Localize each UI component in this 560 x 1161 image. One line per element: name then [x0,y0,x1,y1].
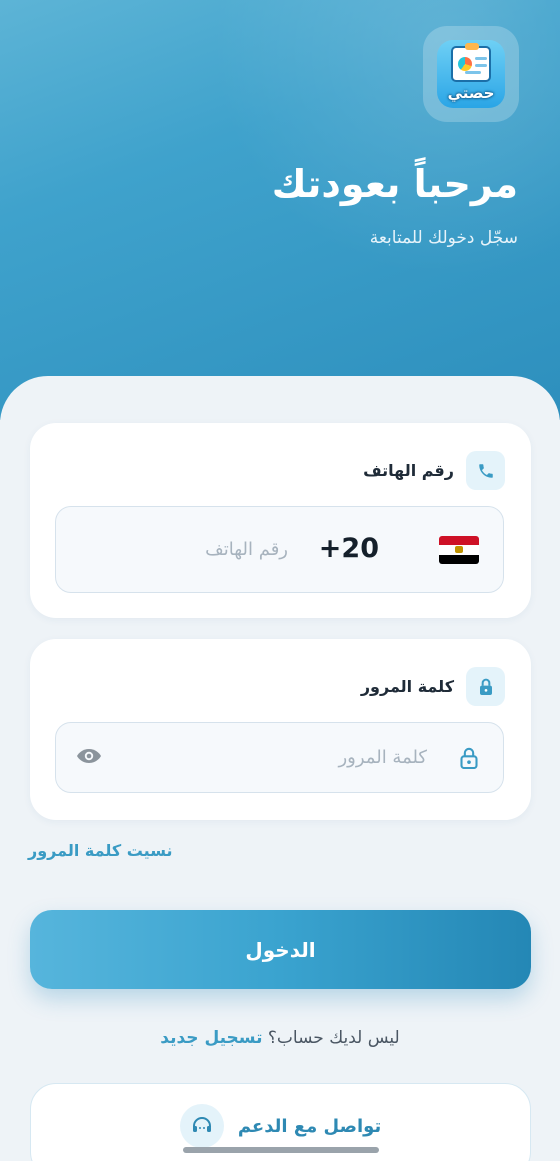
password-placeholder: كلمة المرور [338,747,427,768]
lock-field-icon [459,747,479,773]
forgot-password-link[interactable]: نسيت كلمة المرور [28,841,173,860]
app-logo-text: حصتي [447,84,495,102]
phone-input[interactable]: +20 رقم الهاتف [55,506,504,593]
list-line [475,57,487,60]
app-logo: حصتي [437,40,505,108]
country-code[interactable]: +20 [319,533,379,564]
list-line [465,71,481,74]
phone-card-header: رقم الهاتف [363,451,505,490]
register-prompt-text: ليس لديك حساب؟ [267,1028,400,1048]
password-input[interactable]: كلمة المرور [55,722,504,793]
clipboard-icon [451,43,491,82]
egypt-flag-icon[interactable] [439,536,479,564]
page-title: مرحباً بعودتك [271,162,518,206]
pie-chart-icon [458,57,472,71]
login-button[interactable]: الدخول [30,910,531,989]
support-label: تواصل مع الدعم [237,1115,382,1137]
headset-icon [179,1104,224,1148]
home-indicator [183,1147,379,1153]
eye-icon[interactable] [76,745,102,771]
app-logo-container: حصتي [423,26,519,122]
list-line [475,64,487,67]
password-label: كلمة المرور [360,677,454,696]
register-prompt: ليس لديك حساب؟ تسجيل جديد [0,1028,560,1048]
phone-icon [466,451,505,490]
phone-placeholder: رقم الهاتف [205,539,288,560]
register-link[interactable]: تسجيل جديد [160,1028,262,1048]
password-card-header: كلمة المرور [361,667,505,706]
page-subtitle: سجّل دخولك للمتابعة [369,228,518,248]
password-card: كلمة المرور كلمة المرور [30,639,531,820]
phone-card: رقم الهاتف +20 رقم الهاتف [30,423,531,618]
phone-label: رقم الهاتف [363,461,454,480]
lock-icon [466,667,505,706]
